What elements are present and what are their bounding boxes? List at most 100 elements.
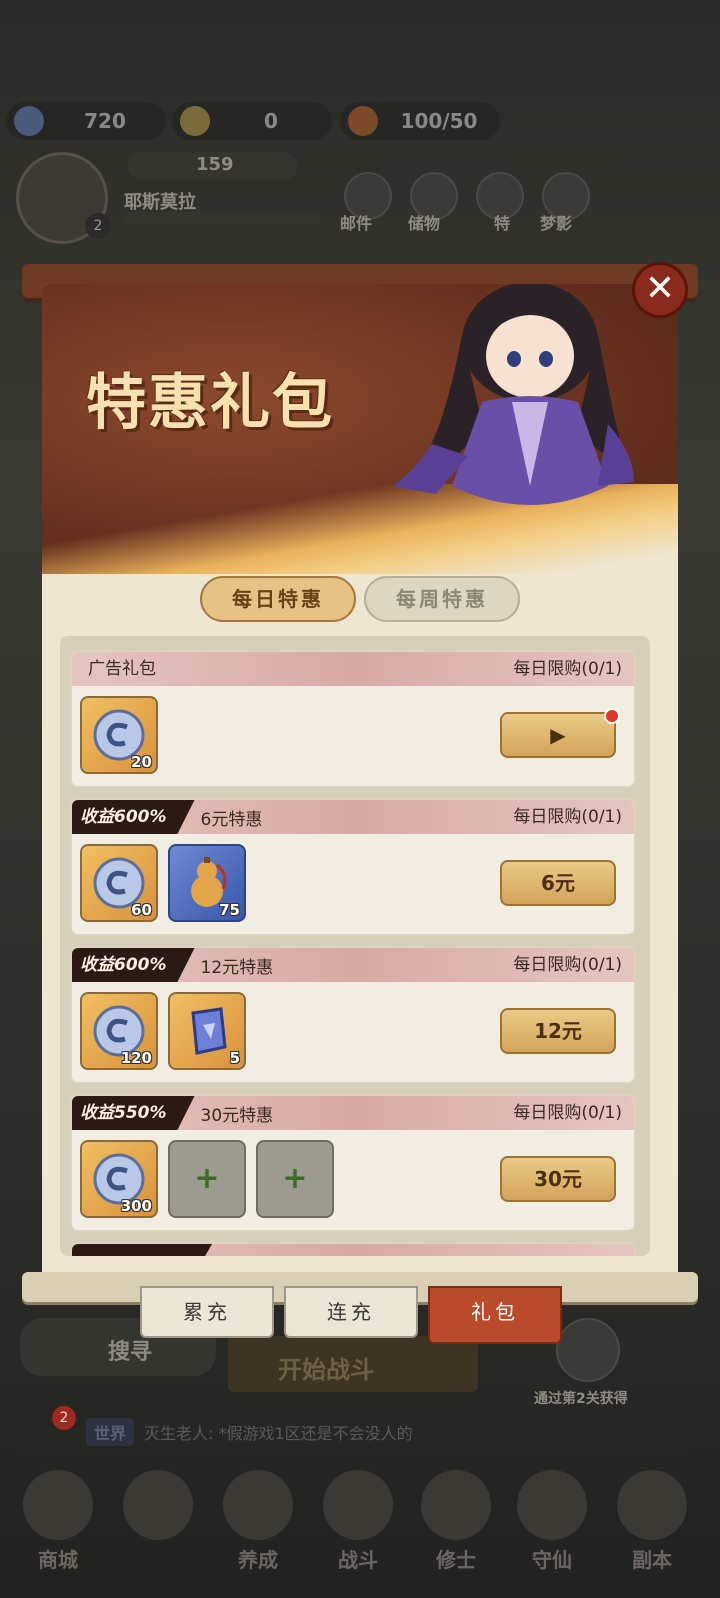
offer-card: 收益600% 12元特惠 每日限购(0/1) 120 5 12元 bbox=[70, 946, 636, 1084]
purchase-limit: 每日限购(0/1) bbox=[513, 659, 622, 679]
nav-label: 养成 bbox=[238, 1548, 278, 1572]
tab-consecutive-recharge[interactable]: 连充 bbox=[284, 1286, 418, 1338]
stamina-count: 100/50 bbox=[400, 109, 478, 133]
offer-items: 120 5 bbox=[80, 992, 246, 1070]
plus-icon: + bbox=[282, 1161, 308, 1196]
item-slot[interactable]: 75 bbox=[168, 844, 246, 922]
yield-tag: 收益550% bbox=[72, 1096, 195, 1130]
purchase-limit: 每日限购(0/1) bbox=[513, 1103, 622, 1123]
nav-label: 战斗 bbox=[338, 1548, 378, 1572]
nav-cultivator[interactable]: 修士 bbox=[414, 1470, 498, 1574]
watch-ad-button[interactable]: ▶ bbox=[500, 708, 620, 758]
offer-banner: 特惠礼包 bbox=[42, 284, 678, 574]
tab-cumulative-recharge[interactable]: 累充 bbox=[140, 1286, 274, 1338]
gem-icon bbox=[14, 106, 44, 136]
offer-card: 收益550% 30元特惠 每日限购(0/1) 300 + + 30元 bbox=[70, 1094, 636, 1232]
nav-label: 守仙 bbox=[532, 1548, 572, 1572]
offer-items: 300 + + bbox=[80, 1140, 334, 1218]
mail-label: 邮件 bbox=[340, 214, 373, 233]
world-chat-bar[interactable]: 世界 灭生老人: *假游戏1区还是不会没人的 bbox=[20, 1412, 686, 1452]
offer-header bbox=[72, 1244, 634, 1256]
dream-label: 梦影 bbox=[540, 214, 573, 233]
offer-name: 6元特惠 bbox=[200, 809, 263, 830]
nav-label: 修士 bbox=[436, 1548, 476, 1572]
offer-header: 收益600% 12元特惠 每日限购(0/1) bbox=[72, 948, 634, 982]
nav-locked-1[interactable] bbox=[116, 1470, 200, 1574]
ticket-icon bbox=[180, 106, 210, 136]
offer-card: 广告礼包 每日限购(0/1) 20 ▶ bbox=[70, 650, 636, 788]
offer-name: 12元特惠 bbox=[200, 957, 274, 978]
offer-header: 收益550% 30元特惠 每日限购(0/1) bbox=[72, 1096, 634, 1130]
offer-tag: 广告礼包 bbox=[88, 659, 156, 679]
item-slot-empty[interactable]: + bbox=[256, 1140, 334, 1218]
modal-panel: 特惠礼包 每日特惠 每周特惠 广告礼包 每日限购(0/1) 20 ▶ 收益600… bbox=[42, 284, 678, 1284]
ticket-count: 0 bbox=[264, 109, 278, 133]
notification-dot bbox=[604, 708, 620, 724]
player-avatar[interactable]: 2 bbox=[16, 152, 111, 244]
yield-tag: 收益600% bbox=[72, 800, 195, 834]
nav-label: 副本 bbox=[632, 1548, 672, 1572]
nav-dungeon[interactable]: 副本 bbox=[610, 1470, 694, 1574]
chat-message: 灭生老人: *假游戏1区还是不会没人的 bbox=[144, 1424, 413, 1443]
buy-button-12[interactable]: 12元 bbox=[500, 1008, 616, 1054]
offer-card: 收益600% 6元特惠 每日限购(0/1) 60 75 6元 bbox=[70, 798, 636, 936]
item-slot[interactable]: 300 bbox=[80, 1140, 158, 1218]
yield-tag bbox=[72, 1244, 212, 1256]
item-slot[interactable]: 20 bbox=[80, 696, 158, 774]
tab-daily-offer[interactable]: 每日特惠 bbox=[200, 576, 356, 622]
player-name: 耶斯莫拉 bbox=[124, 192, 196, 213]
yield-tag: 收益600% bbox=[72, 948, 195, 982]
offer-name: 30元特惠 bbox=[200, 1105, 274, 1126]
offer-list[interactable]: 广告礼包 每日限购(0/1) 20 ▶ 收益600% 6元特惠 每日限购(0/1… bbox=[60, 636, 650, 1256]
nav-shop[interactable]: 商城 bbox=[16, 1470, 100, 1574]
nav-battle[interactable]: 战斗 bbox=[316, 1470, 400, 1574]
item-count: 300 bbox=[120, 1197, 152, 1215]
ticket-counter: 0 bbox=[172, 102, 332, 140]
tab-gift-pack[interactable]: 礼包 bbox=[428, 1286, 562, 1344]
chat-channel: 世界 bbox=[86, 1418, 135, 1446]
item-slot[interactable]: 120 bbox=[80, 992, 158, 1070]
purchase-limit: 每日限购(0/1) bbox=[513, 955, 622, 975]
tab-weekly-offer[interactable]: 每周特惠 bbox=[364, 576, 520, 622]
item-slot[interactable]: 5 bbox=[168, 992, 246, 1070]
offer-items: 60 75 bbox=[80, 844, 246, 922]
modal-title: 特惠礼包 bbox=[86, 368, 334, 438]
nav-cultivate[interactable]: 养成 bbox=[216, 1470, 300, 1574]
chat-unread-badge: 2 bbox=[52, 1406, 76, 1430]
stamina-counter: 100/50 bbox=[340, 102, 500, 140]
recharge-category-tabs: 累充 连充 礼包 bbox=[140, 1286, 562, 1344]
special-label: 特 bbox=[494, 214, 511, 233]
offer-header: 广告礼包 每日限购(0/1) bbox=[72, 652, 634, 686]
hero-character-illustration bbox=[392, 284, 634, 505]
nav-label: 商城 bbox=[38, 1548, 78, 1572]
item-count: 75 bbox=[219, 901, 240, 919]
buy-button-6[interactable]: 6元 bbox=[500, 860, 616, 906]
item-count: 120 bbox=[120, 1049, 152, 1067]
talisman-icon bbox=[191, 1007, 227, 1055]
offer-card-partial bbox=[70, 1242, 636, 1256]
gem-count: 720 bbox=[84, 109, 126, 133]
item-slot[interactable]: 60 bbox=[80, 844, 158, 922]
offer-items: 20 bbox=[80, 696, 158, 774]
item-count: 60 bbox=[131, 901, 152, 919]
close-icon[interactable]: ✕ bbox=[632, 262, 688, 318]
item-count: 5 bbox=[229, 1049, 240, 1067]
offer-period-tabs: 每日特惠 每周特惠 bbox=[42, 576, 678, 622]
item-slot-empty[interactable]: + bbox=[168, 1140, 246, 1218]
nav-guardian[interactable]: 守仙 bbox=[510, 1470, 594, 1574]
exp-bar bbox=[124, 212, 320, 224]
buy-button-30[interactable]: 30元 bbox=[500, 1156, 616, 1202]
start-battle-label: 开始战斗 bbox=[278, 1356, 374, 1384]
gem-counter: 720 bbox=[6, 102, 166, 140]
offer-header: 收益600% 6元特惠 每日限购(0/1) bbox=[72, 800, 634, 834]
reward-hero-avatar[interactable] bbox=[556, 1318, 620, 1382]
purchase-limit: 每日限购(0/1) bbox=[513, 807, 622, 827]
play-icon: ▶ bbox=[550, 723, 566, 747]
player-level-badge: 2 bbox=[85, 213, 111, 239]
plus-icon: + bbox=[194, 1161, 220, 1196]
power-value: 159 bbox=[196, 154, 234, 175]
storage-label: 储物 bbox=[408, 214, 441, 233]
item-count: 20 bbox=[131, 753, 152, 771]
special-offer-modal: 特惠礼包 每日特惠 每周特惠 广告礼包 每日限购(0/1) 20 ▶ 收益600… bbox=[22, 262, 698, 1310]
reward-hint: 通过第2关获得 bbox=[534, 1391, 628, 1407]
